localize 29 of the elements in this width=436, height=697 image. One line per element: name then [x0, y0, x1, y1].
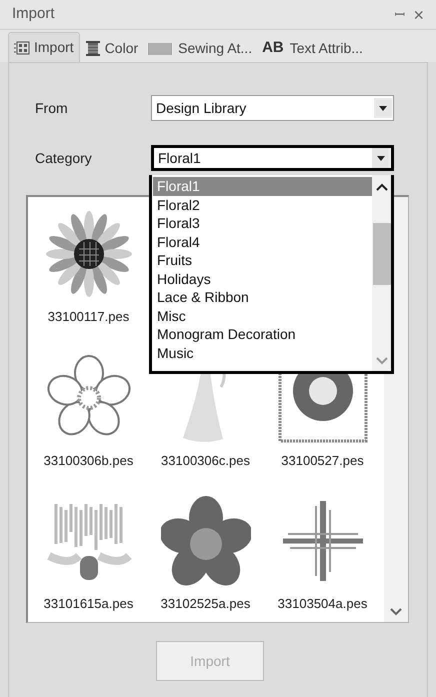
dropdown-option[interactable]: Floral3 [153, 214, 372, 232]
tab[interactable]: Color [80, 34, 144, 62]
dropdown-option[interactable]: Misc [153, 306, 372, 325]
file-name[interactable]: 33100117.pes [48, 307, 130, 326]
field-label: Category [34, 148, 93, 168]
file-name[interactable]: 33103504a.pes [278, 594, 368, 614]
tab[interactable]: Sewing At... [143, 34, 258, 62]
file-name[interactable]: 33101615a.pes [44, 594, 134, 614]
category-dropdown[interactable]: Floral1 [151, 145, 394, 171]
field-label: From [34, 98, 69, 118]
window-title: Import [12, 4, 55, 24]
dropdown-option[interactable]: Floral2 [153, 196, 372, 214]
tab[interactable]: Import [8, 32, 80, 62]
letters-icon: AB [262, 36, 284, 60]
file-name[interactable]: 33102525a.pes [160, 594, 250, 614]
file-name[interactable]: 33100306b.pes [44, 450, 134, 470]
from-dropdown[interactable]: Design Library [151, 95, 394, 121]
close-button[interactable]: × [413, 6, 424, 24]
pin-button[interactable]: ꟷ [394, 4, 406, 24]
dropdown-option[interactable]: Monogram Decoration [153, 325, 372, 344]
dropdown-option[interactable]: Floral1 [153, 177, 372, 196]
dropdown-option[interactable]: Lace & Ribbon [153, 288, 372, 306]
dropdown-option[interactable]: Floral4 [153, 232, 372, 251]
dropdown-option[interactable]: Fruits [153, 251, 372, 270]
dropdown-option[interactable]: Holidays [153, 270, 372, 288]
file-name[interactable]: 33100527.pes [281, 450, 364, 470]
tab[interactable]: AB Text Attrib... [257, 34, 368, 62]
file-name[interactable]: 33100306c.pes [161, 450, 250, 470]
dropdown-option[interactable]: Music [153, 344, 372, 362]
